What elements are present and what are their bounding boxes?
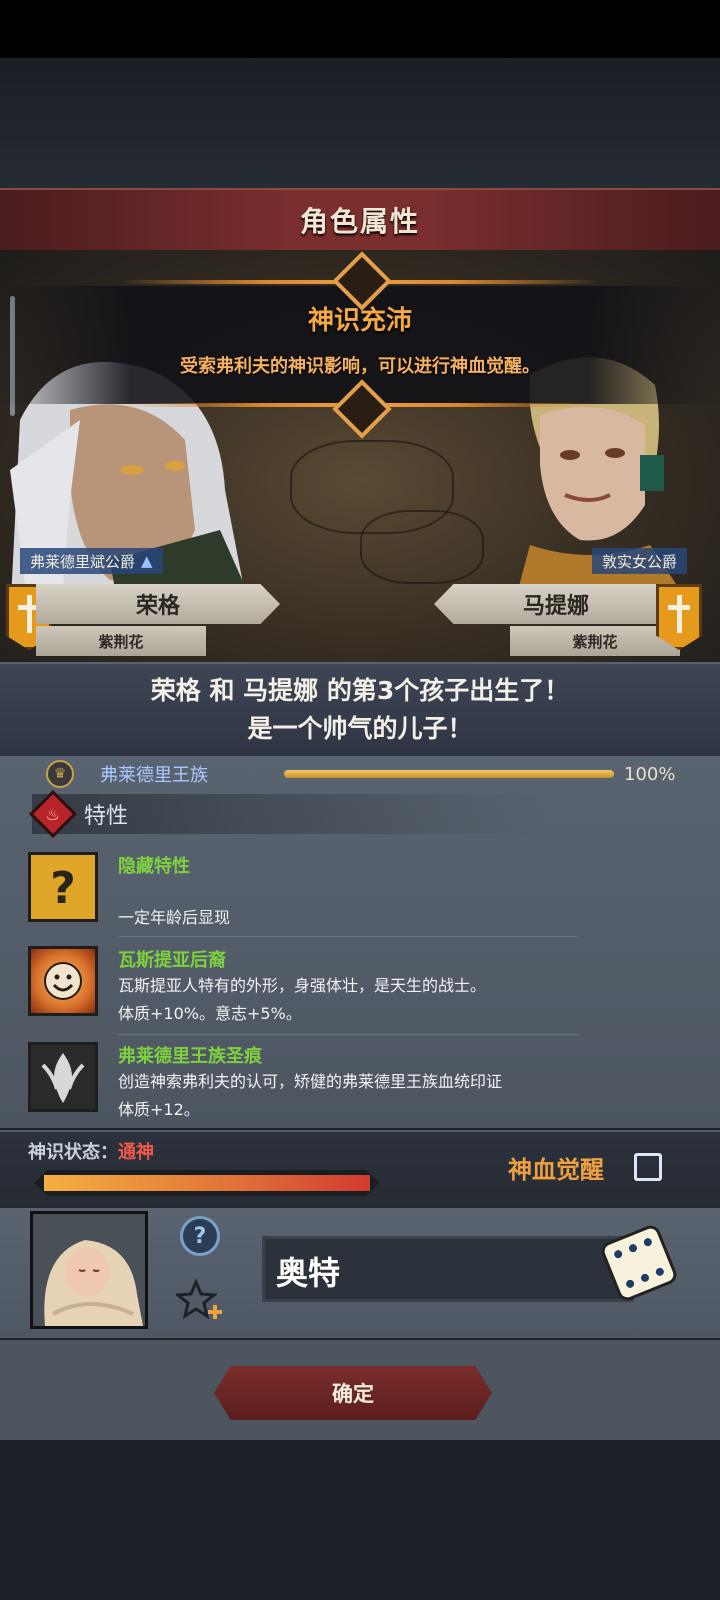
birth-announcement: 荣格 和 马提娜 的第3个孩子出生了！ 是一个帅气的儿子！ (0, 662, 720, 758)
system-status-bar (0, 0, 720, 58)
bloodline-awaken-checkbox[interactable] (634, 1153, 662, 1181)
confirm-button[interactable]: 确定 (214, 1366, 492, 1420)
father-name-plate[interactable]: 荣格 (36, 584, 280, 624)
trait-desc: 瓦斯提亚人特有的外形，身强体壮，是天生的战士。 (118, 976, 487, 995)
trait-divider (118, 1034, 578, 1035)
trait-desc: 创造神索弗利夫的认可，矫健的弗莱德里王族血统印证 (118, 1072, 503, 1091)
page-title: 角色属性 (299, 205, 420, 238)
trait-name: 弗莱德里王族圣痕 (118, 1046, 262, 1067)
flame-icon: ♨ (28, 789, 78, 839)
dynasty-progress-fill (284, 770, 614, 778)
dice-pip (642, 1236, 654, 1248)
holy-mark-icon (28, 1042, 98, 1112)
divine-status-label: 神识状态：通神 (28, 1142, 154, 1163)
top-backdrop (0, 58, 720, 188)
trait-name: 隐藏特性 (118, 856, 190, 877)
trait-effect: 体质+10%。意志+5%。 (118, 1004, 302, 1023)
confirm-label: 确定 (332, 1382, 374, 1406)
event-title: 神识充沛 (307, 306, 412, 336)
dynasty-crest-icon: ♛ (46, 760, 74, 788)
dynasty-name: 弗莱德里王族 (100, 765, 208, 786)
traits-section-header: ♨ 特性 (28, 789, 552, 839)
smiling-sun-icon (28, 946, 98, 1016)
question-mark-icon: ? (28, 852, 98, 922)
mother-house-plate: 紫荆花 (510, 626, 680, 656)
announcement-line-1: 荣格 和 马提娜 的第3个孩子出生了！ (150, 676, 570, 705)
event-description: 受索弗利夫的神识影响，可以进行神血觉醒。 (180, 356, 540, 377)
dynasty-progress-bar (284, 770, 614, 778)
dice-pip (624, 1278, 636, 1290)
father-title-tag: 弗莱德里斌公爵 ▲ (20, 548, 163, 574)
father-house-plate: 紫荆花 (36, 626, 206, 656)
traits-title: 特性 (84, 804, 129, 829)
map-decoration (360, 510, 484, 584)
child-portrait (30, 1211, 148, 1329)
mother-name-plate[interactable]: 马提娜 (434, 584, 678, 624)
dynasty-row: ♛ 弗莱德里王族 100% (46, 760, 696, 788)
help-question-button[interactable]: ? (180, 1216, 220, 1256)
divine-status-value: 通神 (118, 1142, 154, 1163)
trait-name: 瓦斯提亚后裔 (118, 950, 226, 971)
trait-divider (118, 936, 578, 937)
dice-pip (627, 1242, 639, 1254)
trait-desc: 一定年龄后显现 (118, 908, 231, 927)
mother-title-tag: 敦实女公爵 (592, 548, 688, 574)
dynasty-percent: 100% (624, 763, 676, 785)
trait-item[interactable]: ? 隐藏特性 一定年龄后显现 (28, 852, 668, 932)
trait-effect: 体质+12。 (118, 1100, 200, 1119)
dice-pip (654, 1266, 666, 1278)
announcement-line-2: 是一个帅气的儿子！ (247, 714, 473, 743)
bottom-backdrop (0, 1440, 720, 1600)
dice-pip (639, 1272, 651, 1284)
crown-icon: ▲ (141, 552, 153, 570)
svg-text:?: ? (50, 863, 76, 914)
dice-pip (612, 1248, 624, 1260)
trait-item[interactable]: 弗莱德里王族圣痕 创造神索弗利夫的认可，矫健的弗莱德里王族血统印证 体质+12。 (28, 1042, 668, 1128)
bloodline-awaken-label: 神血觉醒 (508, 1156, 604, 1184)
divine-status-bar-fill (44, 1175, 370, 1191)
child-name-value: 奥特 (276, 1254, 341, 1292)
add-favorite-star-icon[interactable] (176, 1278, 224, 1324)
trait-item[interactable]: 瓦斯提亚后裔 瓦斯提亚人特有的外形，身强体壮，是天生的战士。 体质+10%。意志… (28, 946, 668, 1032)
title-bar: 角色属性 (0, 188, 720, 252)
